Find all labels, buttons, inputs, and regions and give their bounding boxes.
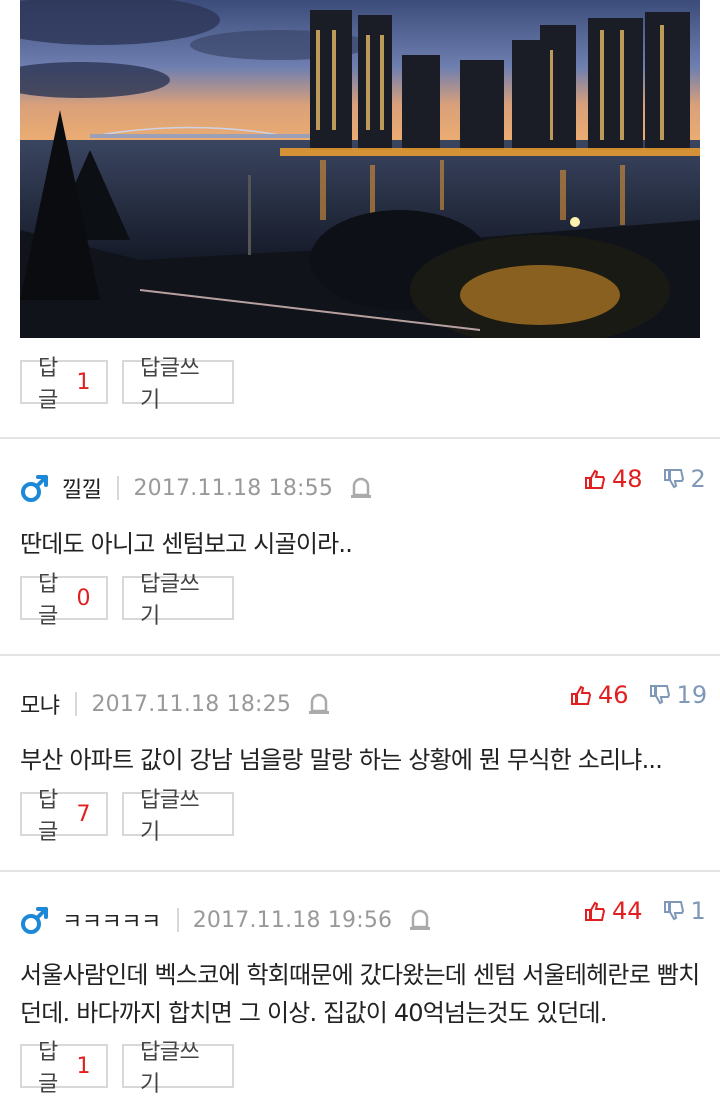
comment-date: 2017.11.18 18:55 bbox=[133, 475, 334, 501]
write-reply-label: 답글쓰기 bbox=[140, 1040, 200, 1097]
nickname[interactable]: 모냐 bbox=[20, 688, 60, 720]
comment-date: 2017.11.18 19:56 bbox=[192, 907, 393, 933]
article-photo[interactable] bbox=[20, 0, 700, 338]
write-reply-label: 답글쓰기 bbox=[140, 572, 200, 629]
comment-date: 2017.11.18 18:25 bbox=[91, 691, 292, 717]
reply-actions: 답글 1 답글쓰기 bbox=[20, 356, 234, 413]
like-button[interactable]: 48 bbox=[584, 465, 643, 493]
dislike-count: 2 bbox=[690, 465, 706, 493]
write-reply-button[interactable]: 답글쓰기 bbox=[122, 356, 234, 413]
dislike-count: 1 bbox=[690, 897, 706, 925]
like-count: 44 bbox=[612, 897, 643, 925]
write-reply-button[interactable]: 답글쓰기 bbox=[122, 788, 234, 845]
like-button[interactable]: 44 bbox=[584, 897, 643, 925]
like-button[interactable]: 46 bbox=[570, 681, 629, 709]
separator bbox=[176, 908, 179, 932]
reply-count: 0 bbox=[76, 585, 91, 611]
bell-icon[interactable] bbox=[408, 907, 432, 933]
thumbs-down-icon bbox=[663, 901, 684, 921]
separator bbox=[75, 692, 78, 716]
comment-text: 딴데도 아니고 센텀보고 시골이라.. bbox=[20, 530, 353, 558]
thumbs-up-icon bbox=[585, 469, 606, 489]
comment-meta: 낄낄 2017.11.18 18:55 bbox=[20, 470, 373, 506]
thumbs-down-icon bbox=[663, 469, 684, 489]
divider bbox=[0, 437, 720, 439]
reply-label: 답글 bbox=[38, 788, 58, 845]
divider bbox=[0, 654, 720, 656]
reply-label: 답글 bbox=[38, 572, 58, 629]
reply-actions: 답글 7 답글쓰기 bbox=[20, 788, 234, 845]
dislike-button[interactable]: 19 bbox=[649, 681, 708, 709]
dislike-count: 19 bbox=[676, 681, 708, 709]
write-reply-label: 답글쓰기 bbox=[140, 356, 200, 413]
city-night-image bbox=[20, 0, 700, 338]
separator bbox=[117, 476, 120, 500]
thumbs-up-icon bbox=[571, 685, 592, 705]
vote-box: 46 19 bbox=[570, 681, 707, 709]
reply-count: 1 bbox=[76, 369, 91, 395]
write-reply-button[interactable]: 답글쓰기 bbox=[122, 572, 234, 629]
thumbs-up-icon bbox=[585, 901, 606, 921]
reply-count: 7 bbox=[76, 801, 91, 827]
write-reply-label: 답글쓰기 bbox=[140, 788, 200, 845]
write-reply-button[interactable]: 답글쓰기 bbox=[122, 1040, 234, 1097]
male-icon bbox=[21, 907, 48, 934]
reply-count-button[interactable]: 답글 0 bbox=[20, 572, 108, 629]
like-count: 48 bbox=[612, 465, 643, 493]
male-icon bbox=[21, 475, 48, 502]
like-count: 46 bbox=[598, 681, 629, 709]
reply-actions: 답글 0 답글쓰기 bbox=[20, 572, 234, 629]
reply-count-button[interactable]: 답글 1 bbox=[20, 1040, 108, 1097]
comment-meta: ㅋㅋㅋㅋㅋ 2017.11.18 19:56 bbox=[20, 902, 432, 938]
reply-label: 답글 bbox=[38, 356, 58, 413]
nickname[interactable]: ㅋㅋㅋㅋㅋ bbox=[62, 904, 161, 936]
reply-actions: 답글 1 답글쓰기 bbox=[20, 1040, 234, 1097]
thumbs-down-icon bbox=[649, 685, 670, 705]
comment-text: 서울사람인데 벡스코에 학회때문에 갔다왔는데 센텀 서울테헤란로 빰치던데. … bbox=[20, 961, 700, 1027]
bell-icon[interactable] bbox=[307, 691, 331, 717]
dislike-button[interactable]: 2 bbox=[663, 465, 706, 493]
dislike-button[interactable]: 1 bbox=[663, 897, 706, 925]
reply-count-button[interactable]: 답글 1 bbox=[20, 356, 108, 413]
vote-box: 48 2 bbox=[584, 465, 706, 493]
reply-count: 1 bbox=[76, 1053, 91, 1079]
vote-box: 44 1 bbox=[584, 897, 706, 925]
comment-meta: 모냐 2017.11.18 18:25 bbox=[20, 686, 331, 722]
bell-icon[interactable] bbox=[349, 475, 373, 501]
reply-count-button[interactable]: 답글 7 bbox=[20, 788, 108, 845]
comment-text: 부산 아파트 값이 강남 넘을랑 말랑 하는 상황에 뭔 무식한 소리냐... bbox=[20, 746, 663, 774]
nickname[interactable]: 낄낄 bbox=[62, 472, 102, 504]
divider bbox=[0, 870, 720, 872]
reply-label: 답글 bbox=[38, 1040, 58, 1097]
